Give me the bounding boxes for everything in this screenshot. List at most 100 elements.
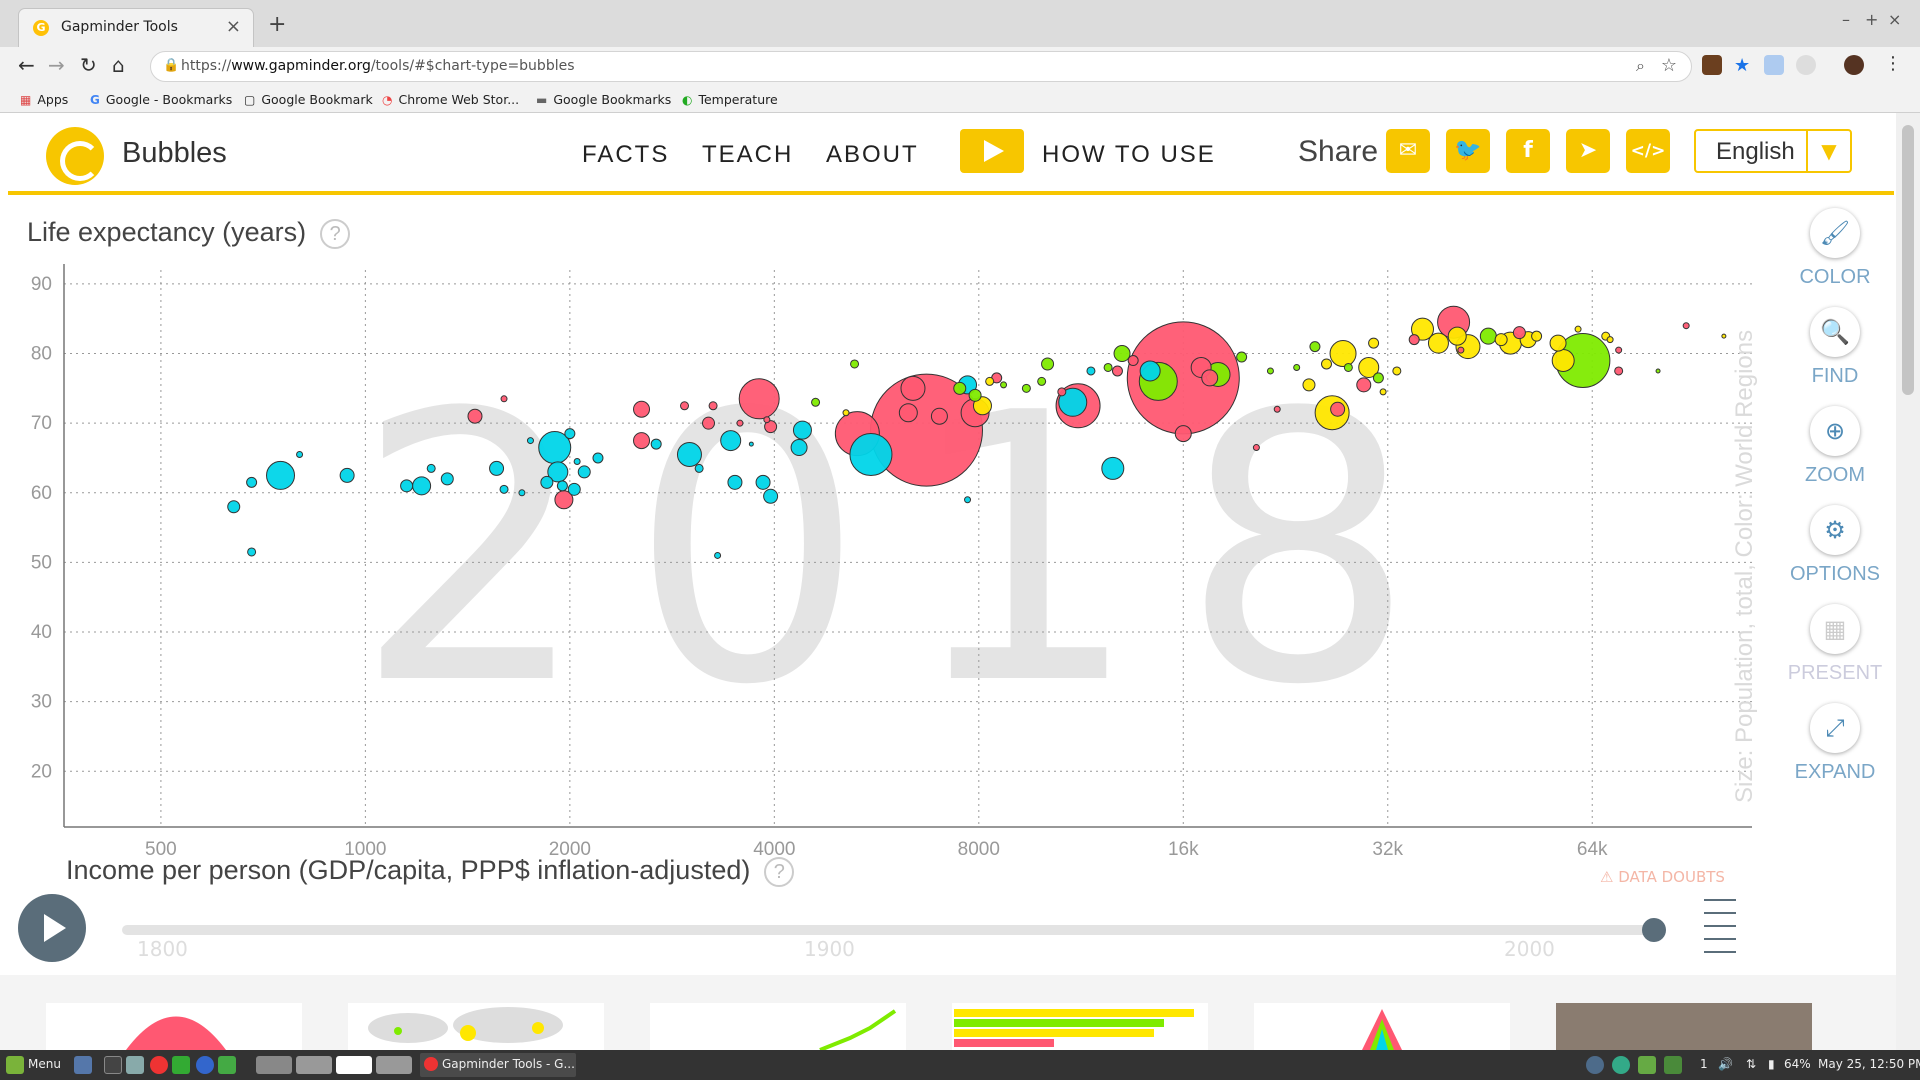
menu-about[interactable]: ABOUT xyxy=(826,141,919,169)
bubble-asia[interactable] xyxy=(1615,346,1623,354)
chrome-icon[interactable] xyxy=(150,1056,168,1074)
bubble-americas[interactable] xyxy=(1372,372,1384,384)
y-axis-title[interactable]: Life expectancy (years)? xyxy=(27,217,351,249)
bubble-africa[interactable] xyxy=(1139,360,1161,382)
bubble-africa[interactable] xyxy=(567,482,581,496)
bubble-asia[interactable] xyxy=(736,419,744,427)
bubble-asia[interactable] xyxy=(1457,346,1465,354)
bubble-europe[interactable] xyxy=(1606,336,1614,344)
bubble-africa[interactable] xyxy=(763,488,779,504)
tool-color[interactable]: 🖌 COLOR xyxy=(1776,208,1894,289)
bubble-africa[interactable] xyxy=(577,465,591,479)
bubble-asia[interactable] xyxy=(738,378,780,420)
bookmark-google-bookmark[interactable]: ▢ Google Bookmark xyxy=(244,92,373,107)
play-button[interactable] xyxy=(18,894,86,962)
bubble-africa[interactable] xyxy=(266,460,296,490)
bookmark-google-bookmarks[interactable]: G Google - Bookmarks xyxy=(90,92,232,107)
notification-count[interactable]: 1 xyxy=(1700,1057,1708,1071)
share-twitter-icon[interactable]: 🐦 xyxy=(1446,129,1490,173)
bubble-asia[interactable] xyxy=(1330,401,1346,417)
how-to-use-link[interactable]: HOW TO USE xyxy=(1042,141,1216,169)
new-tab-button[interactable]: + xyxy=(268,12,286,37)
bubble-asia[interactable] xyxy=(467,408,483,424)
bubble-asia[interactable] xyxy=(1057,387,1067,397)
speed-control[interactable] xyxy=(1704,899,1736,961)
bubble-africa[interactable] xyxy=(720,430,742,452)
extension-k-icon[interactable] xyxy=(1702,55,1722,75)
back-icon[interactable]: ← xyxy=(18,53,35,77)
tool-expand[interactable]: ⤢ EXPAND xyxy=(1776,703,1894,784)
share-email-icon[interactable]: ✉ xyxy=(1386,129,1430,173)
bubble-africa[interactable] xyxy=(849,433,893,477)
terminal-icon[interactable] xyxy=(104,1056,122,1074)
clock[interactable]: May 25, 12:50 PM xyxy=(1818,1057,1920,1071)
bubble-europe[interactable] xyxy=(1329,340,1357,368)
time-slider-handle[interactable] xyxy=(1642,918,1666,942)
bubble-americas[interactable] xyxy=(1655,368,1661,374)
embed-code-icon[interactable]: </> xyxy=(1626,129,1670,173)
menu-teach[interactable]: TEACH xyxy=(702,141,793,169)
bubble-americas[interactable] xyxy=(1293,363,1301,371)
bubble-americas[interactable] xyxy=(850,359,860,369)
bubble-americas[interactable] xyxy=(1021,383,1031,393)
bubble-africa[interactable] xyxy=(790,439,808,457)
bubble-europe[interactable] xyxy=(1379,388,1387,396)
bubble-africa[interactable] xyxy=(714,551,722,559)
bubble-americas[interactable] xyxy=(1343,362,1353,372)
bubble-americas[interactable] xyxy=(968,388,982,402)
bubble-africa[interactable] xyxy=(227,500,241,514)
bubble-europe[interactable] xyxy=(1321,358,1333,370)
bubble-americas[interactable] xyxy=(811,397,821,407)
x-axis-help-icon[interactable]: ? xyxy=(764,856,795,887)
bubble-africa[interactable] xyxy=(755,474,771,490)
bubble-americas[interactable] xyxy=(1113,345,1131,363)
workspace-2[interactable] xyxy=(296,1056,332,1074)
show-desktop-icon[interactable] xyxy=(74,1056,92,1074)
bubble-africa[interactable] xyxy=(592,452,604,464)
bubble-asia[interactable] xyxy=(1174,425,1192,443)
maximize-icon[interactable]: + xyxy=(1865,10,1878,29)
bubble-africa[interactable] xyxy=(412,476,432,496)
files-icon[interactable] xyxy=(126,1056,144,1074)
bubble-asia[interactable] xyxy=(680,401,690,411)
bubble-europe[interactable] xyxy=(1447,326,1467,346)
workspace-3[interactable] xyxy=(336,1056,372,1074)
time-slider-track[interactable] xyxy=(122,925,1654,935)
network-icon[interactable]: ⇅ xyxy=(1746,1057,1756,1071)
language-select[interactable]: English ▼ xyxy=(1694,129,1852,173)
tool-options[interactable]: ⚙ OPTIONS xyxy=(1776,505,1894,586)
bubble-europe[interactable] xyxy=(1368,337,1380,349)
related-mountain-card[interactable] xyxy=(46,1003,302,1050)
bubble-americas[interactable] xyxy=(1266,367,1274,375)
bookmark-star-icon[interactable]: ☆ xyxy=(1661,55,1677,76)
bubble-africa[interactable] xyxy=(1101,456,1125,480)
bubble-europe[interactable] xyxy=(985,376,995,386)
x-axis-title[interactable]: Income per person (GDP/capita, PPP$ infl… xyxy=(66,855,795,887)
bubble-europe[interactable] xyxy=(1392,366,1402,376)
browser-tab[interactable]: G Gapminder Tools × xyxy=(18,8,254,47)
bubble-africa[interactable] xyxy=(792,420,812,440)
bookmark-apps[interactable]: ▦ Apps xyxy=(20,92,68,107)
bubble-africa[interactable] xyxy=(964,496,972,504)
bubble-europe[interactable] xyxy=(1427,332,1449,354)
update-icon[interactable] xyxy=(1664,1056,1682,1074)
taskbar-menu[interactable]: Menu xyxy=(28,1057,61,1071)
bubble-asia[interactable] xyxy=(900,375,926,401)
related-pyramid-card[interactable] xyxy=(1254,1003,1510,1050)
share-link-icon[interactable]: ➤ xyxy=(1566,129,1610,173)
bubble-africa[interactable] xyxy=(650,438,662,450)
zoom-indicator-icon[interactable]: ⌕ xyxy=(1636,56,1645,76)
bubble-asia[interactable] xyxy=(1111,365,1123,377)
bubble-asia[interactable] xyxy=(1201,369,1219,387)
bubble-americas[interactable] xyxy=(1000,381,1008,389)
profile-avatar[interactable] xyxy=(1844,55,1864,75)
bubble-americas[interactable] xyxy=(1479,327,1497,345)
workspace-1[interactable] xyxy=(256,1056,292,1074)
bubble-asia[interactable] xyxy=(500,395,508,403)
related-bar-card[interactable] xyxy=(952,1003,1208,1050)
battery-icon[interactable]: ▮ xyxy=(1768,1057,1775,1071)
bubble-africa[interactable] xyxy=(540,475,554,489)
mint-menu-icon[interactable] xyxy=(6,1056,24,1074)
bubble-africa[interactable] xyxy=(518,489,526,497)
bubble-africa[interactable] xyxy=(246,476,258,488)
